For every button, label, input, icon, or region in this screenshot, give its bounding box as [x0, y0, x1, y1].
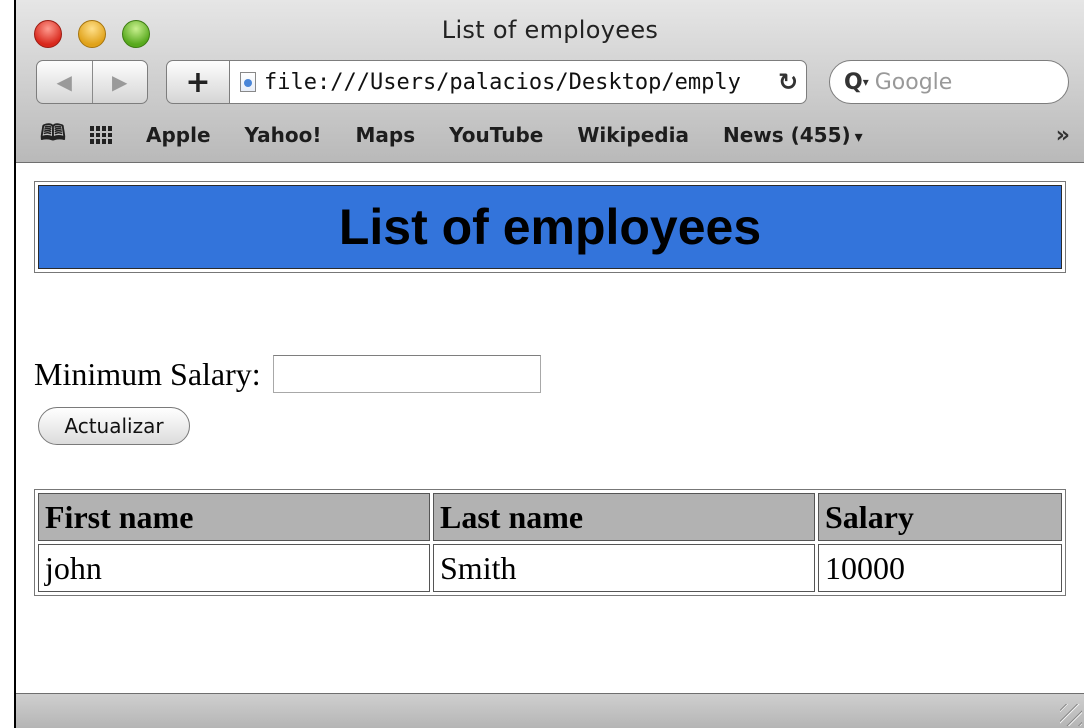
browser-window: List of employees ◀ ▶ + file:///Users/pa… — [14, 0, 1084, 728]
add-bookmark-button[interactable]: + — [166, 60, 230, 104]
employees-table: First name Last name Salary john Smith 1… — [34, 489, 1066, 596]
history-buttons: ◀ ▶ — [36, 60, 148, 104]
bookmark-yahoo[interactable]: Yahoo! — [245, 123, 322, 147]
desktop-edge — [0, 0, 14, 728]
cell-first-name: john — [38, 544, 430, 592]
heading-cell: List of employees — [38, 185, 1062, 269]
resize-grip-icon[interactable] — [1060, 704, 1082, 726]
min-salary-label: Minimum Salary: — [34, 355, 261, 392]
open-book-icon[interactable]: 🕮 — [38, 116, 68, 154]
bookmark-news-label: News (455) — [722, 123, 851, 147]
employees-table-wrap: First name Last name Salary john Smith 1… — [34, 489, 1066, 596]
page-title: List of employees — [338, 199, 762, 255]
magnifier-icon: Q — [844, 69, 863, 95]
forward-arrow-icon: ▶ — [112, 70, 128, 94]
bookmark-news[interactable]: News (455) ▾ — [723, 123, 863, 147]
cell-salary: 10000 — [818, 544, 1062, 592]
address-bar[interactable]: file:///Users/palacios/Desktop/emply ↻ — [229, 60, 807, 104]
page-content: List of employees Minimum Salary: Actual… — [16, 163, 1084, 693]
file-page-icon — [240, 72, 256, 92]
min-salary-input[interactable] — [272, 355, 541, 393]
table-header-row: First name Last name Salary — [38, 493, 1062, 541]
status-bar — [16, 693, 1084, 728]
url-text[interactable]: file:///Users/palacios/Desktop/emply — [264, 70, 770, 95]
back-button[interactable]: ◀ — [37, 61, 92, 103]
plus-icon: + — [185, 64, 211, 100]
bookmark-youtube[interactable]: YouTube — [449, 123, 543, 147]
top-sites-grid-icon[interactable] — [90, 126, 112, 144]
min-salary-row: Minimum Salary: — [34, 355, 541, 393]
back-arrow-icon: ◀ — [56, 70, 72, 94]
search-field[interactable]: Q ▾ Google — [829, 60, 1069, 104]
column-header-salary: Salary — [818, 493, 1062, 541]
browser-chrome: List of employees ◀ ▶ + file:///Users/pa… — [16, 0, 1084, 163]
forward-button[interactable]: ▶ — [91, 61, 148, 103]
chevron-down-icon: ▾ — [854, 127, 863, 146]
bookmarks-bar: 🕮 Apple Yahoo! Maps YouTube Wikipedia Ne… — [16, 118, 1084, 152]
window-title: List of employees — [441, 16, 659, 44]
more-bookmarks-icon[interactable]: » — [1056, 123, 1070, 148]
search-placeholder: Google — [874, 69, 953, 95]
bookmark-apple[interactable]: Apple — [146, 123, 211, 147]
column-header-first-name: First name — [38, 493, 430, 541]
heading-table: List of employees — [34, 181, 1066, 273]
actualizar-button[interactable]: Actualizar — [38, 407, 190, 445]
bookmark-wikipedia[interactable]: Wikipedia — [577, 123, 689, 147]
column-header-last-name: Last name — [433, 493, 815, 541]
bookmark-maps[interactable]: Maps — [356, 123, 416, 147]
search-menu-icon[interactable]: ▾ — [863, 75, 869, 89]
table-row: john Smith 10000 — [38, 544, 1062, 592]
cell-last-name: Smith — [433, 544, 815, 592]
reload-icon[interactable]: ↻ — [770, 68, 806, 96]
